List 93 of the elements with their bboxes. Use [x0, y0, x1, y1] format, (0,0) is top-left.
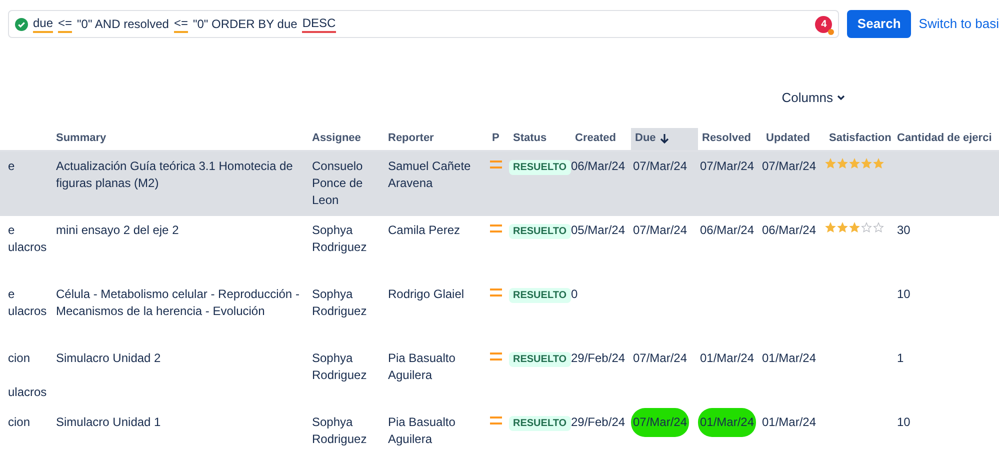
- reporter-cell-text: Pia Basualto Aguilera: [387, 350, 456, 384]
- date-cell-text: 07/Mar/24: [632, 158, 688, 174]
- assignee-cell-text: Sophya Rodriguez: [311, 286, 368, 320]
- reporter-cell-text: Camila Perez: [387, 222, 462, 238]
- table-cell: e: [8, 286, 15, 302]
- count-cell-text: 10: [896, 414, 912, 430]
- star-icon: [837, 158, 848, 168]
- medium-priority-icon: [490, 416, 502, 424]
- summary-link: Actualización Guía teórica 3.1 Homotecia de figuras planas (M2): [55, 158, 294, 192]
- status-lozenge: RESUELTO: [509, 224, 571, 238]
- status-lozenge: RESUELTO: [509, 352, 571, 366]
- reporter-cell-text: Pia Basualto Aguilera: [387, 414, 456, 448]
- column-header[interactable]: Due: [631, 128, 698, 150]
- star-icon: [861, 222, 872, 232]
- updated-cell: 01/Mar/24: [762, 414, 816, 430]
- table-cell: cion: [8, 350, 30, 366]
- summary-link: Célula - Metabolismo celular - Reproducción - Mecanismos de la herencia - Evolución: [55, 286, 300, 320]
- columns-button[interactable]: Columns: [782, 88, 845, 108]
- query-token: "0" AND resolved: [77, 16, 169, 32]
- error-count-badge: 4: [815, 16, 832, 33]
- count-cell-text: 1: [896, 350, 905, 366]
- chevron-down-icon: [837, 94, 845, 101]
- table-row[interactable]: cion Simulacro Unidad 1 Sophya Rodriguez Pia Basualto Aguilera RESUELTO 29/Feb/24 07/Mar/24 01/Mar/24 01/Mar/24 10: [0, 408, 999, 457]
- column-header[interactable]: Satisfaction: [825, 128, 893, 150]
- table-row[interactable]: e ulacros Célula - Metabolismo celular - Reproducción - Mecanismos de la herencia - Evolución Sophya Rodriguez Rodrigo Glaiel RESUELTO 0 10: [0, 280, 999, 344]
- table-row[interactable]: cion ulacros Simulacro Unidad 2 Sophya Rodriguez Pia Basualto Aguilera RESUELTO 29/Feb/24 07/Mar/24 01/Mar/24 01/Mar/24 1: [0, 344, 999, 408]
- summary-link: Simulacro Unidad 1: [55, 414, 162, 430]
- created-cell: 29/Feb/24: [571, 350, 626, 366]
- column-header[interactable]: Resolved: [698, 128, 762, 150]
- created-cell: 05/Mar/24: [571, 222, 626, 238]
- created-cell: 06/Mar/24: [571, 158, 626, 174]
- query-token: "0" ORDER BY due: [192, 16, 298, 32]
- table-cell: ulacros: [8, 384, 47, 400]
- count-cell-text: 30: [896, 222, 912, 238]
- date-cell-text: 07/Mar/24: [699, 158, 756, 174]
- date-cell: 07/Mar/24: [631, 408, 690, 436]
- star-icon: [825, 158, 836, 168]
- arrow-down-icon: [660, 134, 669, 144]
- medium-priority-icon: [490, 160, 502, 168]
- updated-cell: 06/Mar/24: [762, 222, 816, 238]
- star-icon: [849, 158, 860, 168]
- date-cell: 01/Mar/24: [698, 408, 756, 436]
- date-cell-text: 01/Mar/24: [699, 350, 756, 366]
- column-header[interactable]: Updated: [762, 128, 825, 150]
- medium-priority-icon: [490, 288, 502, 296]
- column-header[interactable]: Reporter: [384, 128, 488, 150]
- medium-priority-icon: [490, 352, 502, 360]
- column-header[interactable]: Created: [571, 128, 631, 150]
- reporter-cell-text: Samuel Cañete Aravena: [387, 158, 472, 192]
- updated-cell: 01/Mar/24: [762, 350, 816, 366]
- summary-link: mini ensayo 2 del eje 2: [55, 222, 180, 238]
- status-lozenge: RESUELTO: [509, 288, 571, 302]
- query-token: <=: [58, 16, 72, 32]
- medium-priority-icon: [490, 224, 502, 232]
- table-cell: e: [8, 222, 15, 238]
- star-icon: [873, 158, 884, 168]
- table-cell: ulacros: [8, 238, 47, 256]
- date-cell-text: 06/Mar/24: [699, 222, 756, 238]
- summary-link: Simulacro Unidad 2: [55, 350, 162, 366]
- updated-cell: 07/Mar/24: [762, 158, 816, 174]
- date-cell-text: 07/Mar/24: [632, 222, 688, 238]
- assignee-cell-text: Consuelo Ponce de Leon: [311, 158, 364, 208]
- star-icon: [825, 222, 836, 232]
- star-icon: [837, 222, 848, 232]
- table-cell: ulacros: [8, 302, 47, 320]
- status-lozenge: RESUELTO: [509, 416, 571, 430]
- query-token: DESC: [302, 16, 336, 32]
- switch-to-basic-link[interactable]: Switch to basi: [918, 14, 999, 34]
- star-icon: [873, 222, 884, 232]
- star-icon: [861, 158, 872, 168]
- table-row[interactable]: e Actualización Guía teórica 3.1 Homotecia de figuras planas (M2) Consuelo Ponce de Leon Samuel Cañete Aravena RESUELTO 06/Mar/24 07/Mar/24 07/Mar/24 07/Mar/24: [0, 152, 999, 216]
- created-cell: 0: [571, 286, 578, 302]
- assignee-cell-text: Sophya Rodriguez: [311, 414, 368, 448]
- reporter-cell-text: Rodrigo Glaiel: [387, 286, 466, 302]
- column-header[interactable]: P: [488, 128, 509, 150]
- count-cell-text: 10: [896, 286, 912, 302]
- date-cell-text: 07/Mar/24: [632, 350, 688, 366]
- assignee-cell-text: Sophya Rodriguez: [311, 222, 368, 256]
- created-cell: 29/Feb/24: [571, 414, 626, 430]
- column-header[interactable]: Status: [509, 128, 571, 150]
- search-button[interactable]: Search: [847, 10, 911, 38]
- query-field[interactable]: due <= "0" AND resolved <= "0" ORDER BY due DESC 4: [8, 10, 840, 38]
- assignee-cell-text: Sophya Rodriguez: [311, 350, 368, 384]
- table-row[interactable]: e ulacros mini ensayo 2 del eje 2 Sophya Rodriguez Camila Perez RESUELTO 05/Mar/24 07/Mar/24 06/Mar/24 06/Mar/24 30: [0, 216, 999, 280]
- status-lozenge: RESUELTO: [509, 160, 571, 174]
- query-token: <=: [174, 16, 188, 32]
- table-cell: cion: [8, 414, 30, 430]
- star-icon: [849, 222, 860, 232]
- column-header[interactable]: Summary: [52, 128, 308, 150]
- column-header[interactable]: Assignee: [308, 128, 384, 150]
- column-header[interactable]: Cantidad de ejerci: [893, 128, 999, 150]
- table-cell: e: [8, 158, 15, 174]
- query-token: due: [33, 16, 54, 32]
